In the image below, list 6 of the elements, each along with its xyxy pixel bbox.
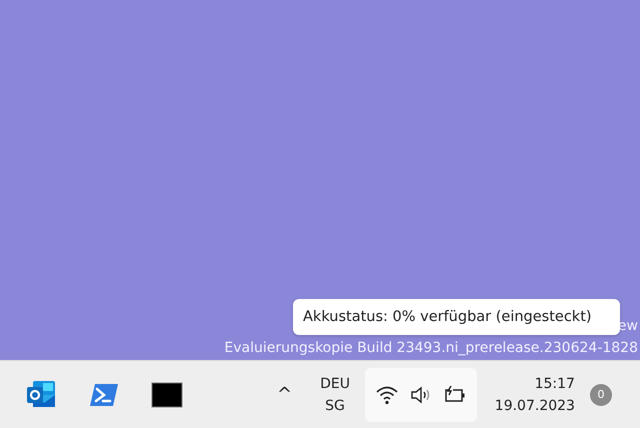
language-indicator[interactable]: DEU SG [320,372,350,416]
tooltip: Akkustatus: 0% verfügbar (eingesteckt) [293,299,620,335]
watermark-text: Evaluierungskopie Build 23493.ni_prerelease.230624-1828 [224,339,638,358]
show-hidden-icons-button[interactable]: ^ [277,384,292,405]
system-tray-button[interactable] [364,368,477,422]
clock[interactable]: 15:17 19.07.2023 [486,372,575,416]
